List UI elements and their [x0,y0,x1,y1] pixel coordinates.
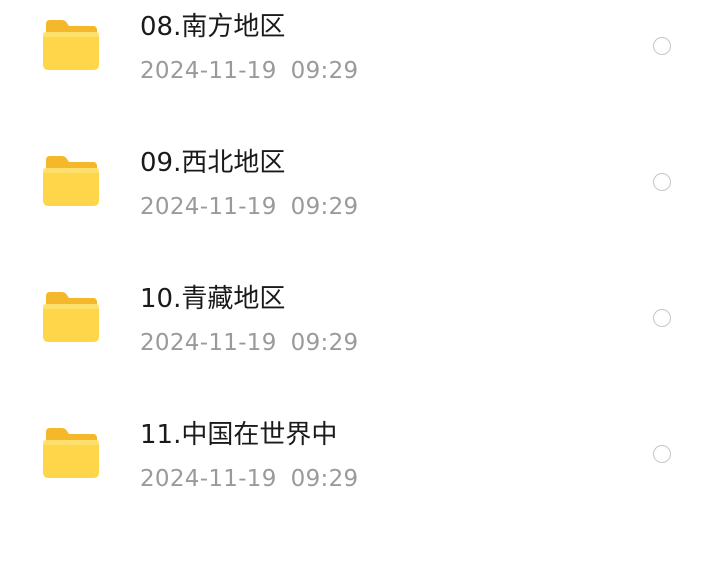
list-item[interactable]: 09.西北地区 2024-11-19 09:29 [0,136,720,272]
file-timestamp: 2024-11-19 09:29 [140,465,358,493]
list-item[interactable]: 10.青藏地区 2024-11-19 09:29 [0,272,720,408]
file-name: 09.西北地区 [140,148,286,178]
folder-icon [43,156,99,206]
select-radio[interactable] [653,173,671,191]
folder-icon [43,428,99,478]
select-radio[interactable] [653,445,671,463]
file-time: 09:29 [290,466,359,492]
file-name: 11.中国在世界中 [140,420,338,450]
file-name: 10.青藏地区 [140,284,286,314]
file-date: 2024-11-19 [140,466,277,492]
file-name: 08.南方地区 [140,12,286,42]
file-timestamp: 2024-11-19 09:29 [140,329,358,357]
file-date: 2024-11-19 [140,58,277,84]
file-time: 09:29 [290,194,359,220]
file-timestamp: 2024-11-19 09:29 [140,193,358,221]
file-timestamp: 2024-11-19 09:29 [140,57,358,85]
list-item[interactable]: 11.中国在世界中 2024-11-19 09:29 [0,408,720,544]
file-date: 2024-11-19 [140,330,277,356]
folder-icon [43,292,99,342]
file-date: 2024-11-19 [140,194,277,220]
select-radio[interactable] [653,37,671,55]
select-radio[interactable] [653,309,671,327]
file-time: 09:29 [290,58,359,84]
list-item[interactable]: 08.南方地区 2024-11-19 09:29 [0,0,720,136]
folder-icon [43,20,99,70]
file-time: 09:29 [290,330,359,356]
